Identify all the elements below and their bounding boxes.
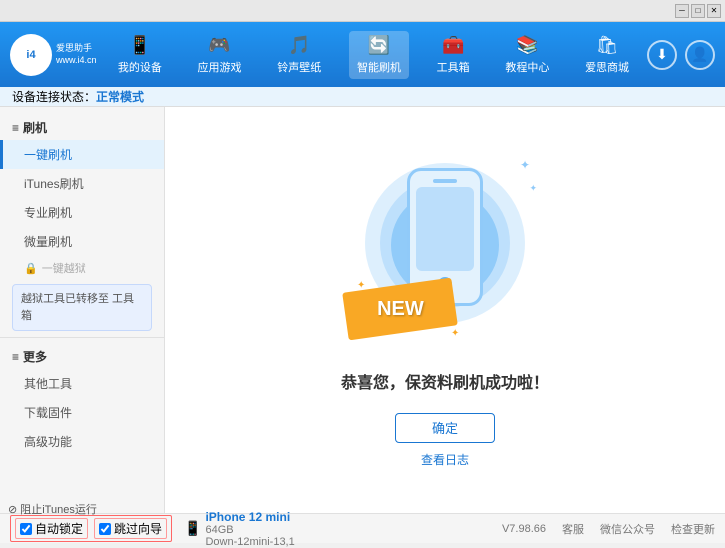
window-controls: ─ □ ✕: [675, 4, 721, 18]
content-area: NEW ✦ ✦ ✦ ✦ 恭喜您，保资料刷机成功啦！ 确定 查看日志: [165, 107, 725, 513]
nav-device-icon: 📱: [129, 35, 151, 56]
sidebar-item-pro-flash[interactable]: 专业刷机: [0, 198, 164, 227]
phone-screen: [416, 187, 474, 271]
status-value: 正常模式: [96, 88, 144, 105]
status-label: 设备连接状态：: [12, 88, 96, 105]
skip-wizard-checkbox[interactable]: 跳过向导: [94, 518, 167, 539]
stop-icon: ⊘: [8, 503, 17, 516]
nav-tutorial-icon: 📚: [516, 35, 538, 56]
sidebar-locked-jailbreak: 🔒 一键越狱: [0, 256, 164, 280]
close-button[interactable]: ✕: [707, 4, 721, 18]
sidebar: ≡ 刷机 一键刷机 iTunes刷机 专业刷机 微量刷机 🔒 一键越狱 越狱工具…: [0, 107, 165, 513]
itunes-status-text: 阻止iTunes运行: [20, 501, 97, 517]
sparkle-mid-right: ✦: [529, 183, 537, 194]
more-section-icon: ≡: [12, 350, 19, 364]
phone-speaker: [433, 179, 457, 183]
sidebar-item-micro-flash[interactable]: 微量刷机: [0, 227, 164, 256]
nav-appgame-icon: 🎮: [208, 35, 230, 56]
sidebar-item-advanced[interactable]: 高级功能: [0, 427, 164, 456]
sidebar-section-more: ≡ 更多: [0, 344, 164, 369]
itunes-status-bar: ⊘ 阻止iTunes运行: [0, 495, 105, 523]
nav-ringtone-label: 铃声壁纸: [277, 59, 321, 75]
sidebar-item-itunes-flash[interactable]: iTunes刷机: [0, 169, 164, 198]
nav-tutorial[interactable]: 📚 教程中心: [497, 31, 557, 79]
sidebar-divider: [0, 337, 164, 338]
nav-tutorial-label: 教程中心: [505, 59, 549, 75]
phone-illustration: NEW ✦ ✦ ✦ ✦: [355, 153, 535, 353]
nav-ringtone-icon: 🎵: [288, 35, 310, 56]
success-message: 恭喜您，保资料刷机成功啦！: [341, 369, 549, 393]
minimize-button[interactable]: ─: [675, 4, 689, 18]
flash-section-icon: ≡: [12, 121, 19, 135]
restore-button[interactable]: □: [691, 4, 705, 18]
device-model: Down-12mini-13,1: [205, 536, 294, 548]
nav-smart-flash[interactable]: 🔄 智能刷机: [349, 31, 409, 79]
sidebar-jailbreak-notice: 越狱工具已转移至 工具箱: [12, 284, 152, 331]
header-right: ⬇ 👤: [647, 40, 715, 70]
nav-app-game[interactable]: 🎮 应用游戏: [190, 31, 250, 79]
new-badge-text: NEW: [377, 297, 424, 320]
nav-ringtone[interactable]: 🎵 铃声壁纸: [269, 31, 329, 79]
nav-appgame-label: 应用游戏: [198, 59, 242, 75]
sidebar-item-one-key-flash[interactable]: 一键刷机: [0, 140, 164, 169]
nav-store[interactable]: 🛍 爱思商城: [577, 31, 637, 79]
device-name: iPhone 12 mini: [205, 510, 294, 524]
nav-toolbox[interactable]: 🧰 工具箱: [429, 31, 478, 79]
nav-store-icon: 🛍: [596, 35, 619, 56]
view-log-link[interactable]: 查看日志: [421, 451, 469, 468]
nav-device-label: 我的设备: [118, 59, 162, 75]
nav-my-device[interactable]: 📱 我的设备: [110, 31, 170, 79]
auto-lock-input[interactable]: [20, 523, 32, 535]
sparkle-top-right: ✦: [520, 158, 530, 172]
ribbon-star-left: ✦: [357, 280, 365, 291]
download-button[interactable]: ⬇: [647, 40, 677, 70]
ribbon-star-right: ✦: [451, 328, 459, 339]
user-button[interactable]: 👤: [685, 40, 715, 70]
lock-icon: 🔒: [24, 262, 38, 275]
sidebar-section-flash: ≡ 刷机: [0, 115, 164, 140]
nav-store-label: 爱思商城: [585, 59, 629, 75]
nav-flash-label: 智能刷机: [357, 59, 401, 75]
logo-icon: i4: [10, 34, 52, 76]
nav-toolbox-icon: 🧰: [442, 35, 464, 56]
nav-items: 📱 我的设备 🎮 应用游戏 🎵 铃声壁纸 🔄 智能刷机 🧰 工具箱 📚 教程中心…: [100, 31, 647, 79]
device-storage: 64GB: [205, 524, 294, 536]
nav-flash-icon: 🔄: [368, 35, 390, 56]
title-bar: ─ □ ✕: [0, 0, 725, 22]
header: i4 爱思助手 www.i4.cn 📱 我的设备 🎮 应用游戏 🎵 铃声壁纸 🔄…: [0, 22, 725, 87]
skip-wizard-input[interactable]: [99, 523, 111, 535]
logo-area: i4 爱思助手 www.i4.cn: [10, 34, 100, 76]
device-details: iPhone 12 mini 64GB Down-12mini-13,1: [205, 510, 294, 548]
bottom-bar: 自动锁定 跳过向导 📱 iPhone 12 mini 64GB Down-12m…: [0, 513, 725, 543]
nav-toolbox-label: 工具箱: [437, 59, 470, 75]
status-bar: 设备连接状态： 正常模式: [0, 87, 725, 107]
confirm-button[interactable]: 确定: [395, 413, 495, 443]
sidebar-item-other-tools[interactable]: 其他工具: [0, 369, 164, 398]
sidebar-item-download-firmware[interactable]: 下载固件: [0, 398, 164, 427]
device-info: 📱 iPhone 12 mini 64GB Down-12mini-13,1: [184, 510, 295, 548]
main-container: ≡ 刷机 一键刷机 iTunes刷机 专业刷机 微量刷机 🔒 一键越狱 越狱工具…: [0, 107, 725, 513]
logo-text: 爱思助手 www.i4.cn: [56, 43, 97, 66]
version-text: V7.98.66: [502, 523, 546, 535]
